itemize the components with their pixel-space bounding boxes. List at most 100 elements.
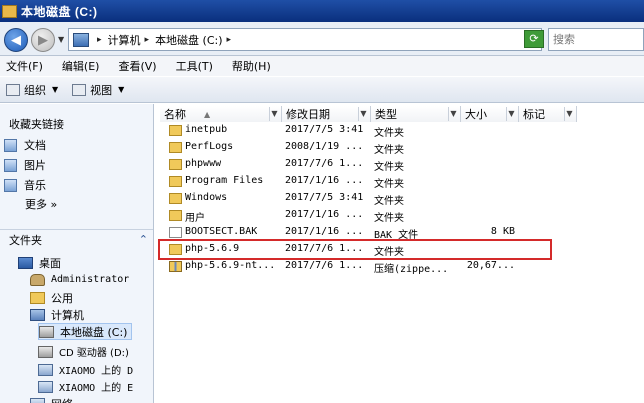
pictures-icon (4, 158, 17, 172)
command-toolbar: 组织 ▼ 视图 ▼ (0, 76, 644, 103)
tree-node-network[interactable]: 网络 (30, 395, 73, 403)
tree-node-cd-drive-d[interactable]: CD 驱动器 (D:) (38, 343, 129, 360)
file-name: php-5.6.9-nt... (185, 260, 276, 271)
tree-node-xiaomo-d[interactable]: XIAOMO 上的 D (38, 361, 133, 378)
file-type: 文件夹 (374, 145, 404, 156)
tree-node-label: 公用 (51, 291, 73, 305)
file-modified-date: 2017/1/16 ... (285, 226, 364, 237)
favorite-music[interactable]: 音乐 (4, 177, 46, 193)
column-filter-dropdown-icon[interactable]: ▼ (506, 107, 516, 121)
file-modified-date: 2008/1/19 ... (285, 141, 364, 152)
computer-icon (73, 32, 89, 47)
back-button[interactable]: ◀ (4, 28, 28, 52)
file-icon (169, 227, 182, 238)
column-header-name[interactable]: 名称 ▲ ▼ (160, 106, 282, 122)
table-row[interactable]: inetpub 2017/7/5 3:41 文件夹 (155, 122, 644, 139)
column-filter-dropdown-icon[interactable]: ▼ (358, 107, 368, 121)
favorite-label: 音乐 (24, 179, 46, 192)
user-folder-icon (30, 273, 45, 286)
column-label: 大小 (465, 108, 487, 121)
breadcrumb-arrow-icon[interactable]: ▸ (145, 35, 150, 45)
menu-bar: 文件(F) 编辑(E) 查看(V) 工具(T) 帮助(H) (0, 56, 644, 76)
favorite-documents[interactable]: 文档 (4, 137, 46, 153)
menu-file[interactable]: 文件(F) (6, 58, 43, 74)
file-size: 20,67... (466, 260, 515, 271)
organize-icon (6, 83, 20, 96)
favorite-label: 文档 (24, 139, 46, 152)
column-label: 名称 (164, 108, 186, 121)
tree-node-label: 计算机 (51, 308, 84, 322)
favorites-title: 收藏夹链接 (9, 118, 64, 131)
tree-node-label: Administrator (51, 274, 130, 285)
views-label: 视图 (90, 83, 113, 97)
table-row[interactable]: PerfLogs 2008/1/19 ... 文件夹 (155, 139, 644, 156)
organize-label: 组织 (24, 83, 46, 97)
menu-view[interactable]: 查看(V) (118, 58, 156, 74)
address-bar[interactable]: ▸ 计算机 ▸ 本地磁盘 (C:) ▸ ▼ (68, 28, 542, 51)
table-row[interactable]: Windows 2017/7/5 3:41 文件夹 (155, 190, 644, 207)
file-name: Windows (185, 192, 228, 203)
column-filter-dropdown-icon[interactable]: ▼ (564, 107, 574, 121)
table-row[interactable]: Program Files 2017/1/16 ... 文件夹 (155, 173, 644, 190)
file-name: BOOTSECT.BAK (185, 226, 258, 237)
tree-node-local-disk-c[interactable]: 本地磁盘 (C:) (38, 323, 133, 340)
folder-icon (169, 142, 182, 153)
file-modified-date: 2017/7/5 3:41 (285, 124, 364, 135)
tree-node-computer[interactable]: 计算机 (30, 306, 84, 323)
file-name: PerfLogs (185, 141, 234, 152)
menu-tools[interactable]: 工具(T) (176, 58, 213, 74)
file-name: Program Files (185, 175, 264, 186)
file-type: 文件夹 (374, 162, 404, 173)
history-dropdown-icon[interactable]: ▼ (58, 35, 64, 44)
menu-edit[interactable]: 编辑(E) (62, 58, 100, 74)
tree-node-xiaomo-e[interactable]: XIAOMO 上的 E (38, 378, 133, 395)
file-modified-date: 2017/7/6 1... (285, 260, 364, 271)
file-size: 8 KB (490, 226, 515, 237)
tree-node-public[interactable]: 公用 (30, 289, 73, 306)
tree-node-label: 桌面 (39, 256, 61, 270)
tree-node-administrator[interactable]: Administrator (30, 271, 129, 288)
folder-icon (2, 4, 17, 18)
table-row[interactable]: php-5.6.9-nt... 2017/7/6 1... 压缩(zippe... 2… (155, 258, 644, 275)
table-row[interactable]: 用户 2017/1/16 ... 文件夹 (155, 207, 644, 224)
network-drive-icon (38, 380, 53, 393)
column-header-type[interactable]: 类型 ▼ (371, 106, 461, 122)
file-type: 文件夹 (374, 196, 404, 207)
file-type: 压缩(zippe... (374, 264, 449, 275)
chevron-up-icon[interactable]: ⌃ (139, 233, 148, 246)
navigation-pane: 收藏夹链接 文档 图片 音乐 更多 » 文件夹 ⌃ 桌面 Administrat… (0, 104, 154, 403)
tree-node-label: XIAOMO 上的 D (59, 366, 134, 377)
folder-icon (169, 159, 182, 170)
organize-button[interactable]: 组织 ▼ (6, 82, 58, 98)
views-button[interactable]: 视图 ▼ (72, 82, 124, 98)
column-filter-dropdown-icon[interactable]: ▼ (448, 107, 458, 121)
breadcrumb-computer[interactable]: 计算机 (108, 32, 141, 48)
folder-icon (169, 176, 182, 187)
window-title: 本地磁盘 (C:) (21, 4, 98, 19)
folder-icon (169, 125, 182, 136)
menu-help[interactable]: 帮助(H) (232, 58, 271, 74)
column-header-modified[interactable]: 修改日期 ▼ (282, 106, 371, 122)
tree-node-desktop[interactable]: 桌面 (18, 254, 61, 271)
folders-header[interactable]: 文件夹 ⌃ (0, 229, 153, 249)
chevron-down-icon: ▼ (118, 85, 125, 94)
tree-node-label: 本地磁盘 (C:) (60, 325, 128, 339)
forward-button[interactable]: ▶ (31, 28, 55, 52)
file-type: 文件夹 (374, 213, 404, 224)
search-input[interactable]: 搜索 (548, 28, 644, 51)
favorite-pictures[interactable]: 图片 (4, 157, 46, 173)
column-label: 类型 (375, 108, 397, 121)
table-row[interactable]: phpwww 2017/7/6 1... 文件夹 (155, 156, 644, 173)
network-drive-icon (38, 363, 53, 376)
cd-drive-icon (38, 345, 53, 358)
column-header-size[interactable]: 大小 ▼ (461, 106, 519, 122)
breadcrumb-arrow-icon[interactable]: ▸ (227, 35, 232, 45)
favorites-more-link[interactable]: 更多 » (25, 196, 57, 212)
breadcrumb-local-disk[interactable]: 本地磁盘 (C:) (155, 32, 222, 48)
file-name: phpwww (185, 158, 222, 169)
zip-archive-icon (169, 261, 182, 272)
column-header-tags[interactable]: 标记 ▼ (519, 106, 577, 122)
breadcrumb-arrow-icon[interactable]: ▸ (97, 35, 102, 45)
refresh-button[interactable]: ⟳ (524, 30, 544, 48)
column-filter-dropdown-icon[interactable]: ▼ (269, 107, 279, 121)
